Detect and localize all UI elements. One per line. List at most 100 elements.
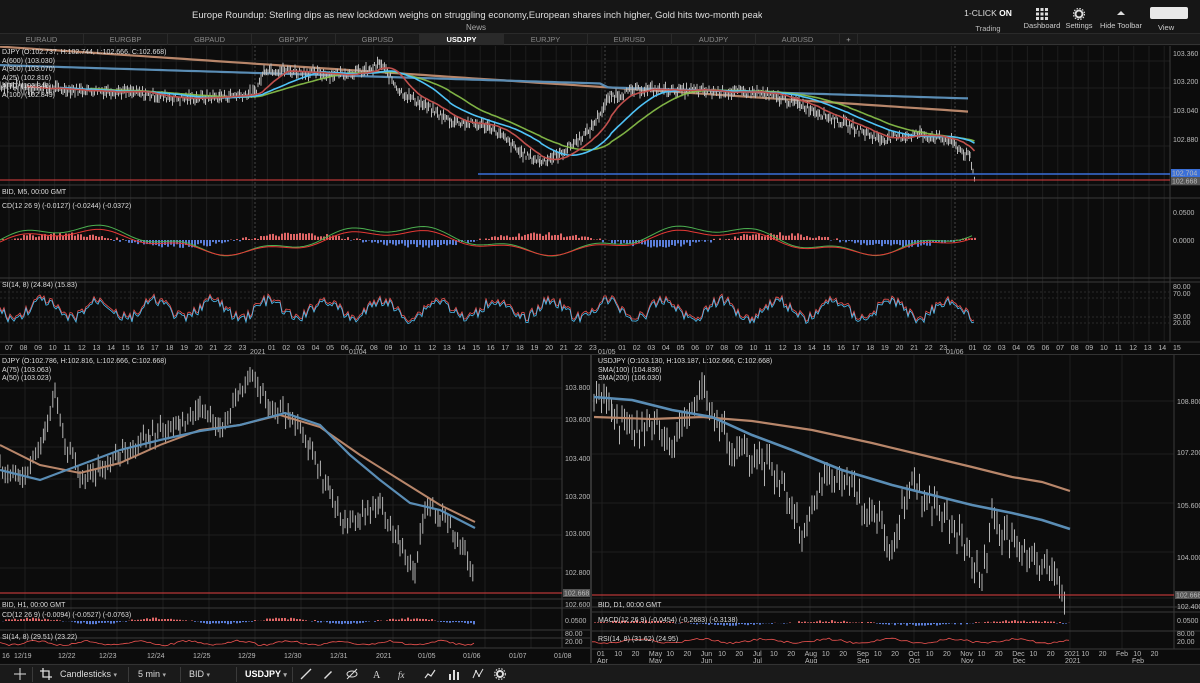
indicator-value: A(25) (102.816): [2, 74, 52, 82]
macd-histogram-bar: [713, 238, 715, 240]
chevron-down-icon: ▾: [206, 672, 211, 679]
tab-euraud[interactable]: EURAUD: [0, 34, 84, 45]
macd-histogram-bar: [20, 619, 22, 621]
crosshair-icon[interactable]: [14, 668, 26, 681]
right-chart-panel[interactable]: 102.668 108.800 107.200 105.600 104.000 102.4…: [592, 355, 1200, 663]
macd-histogram-bar: [11, 619, 13, 621]
tab-gbpjpy[interactable]: GBPJPY: [252, 34, 336, 45]
time-axis-label: 20: [1151, 651, 1159, 658]
draw-line-icon[interactable]: [300, 668, 312, 681]
tab-gbpaud[interactable]: GBPAUD: [168, 34, 252, 45]
tab-eurgbp[interactable]: EURGBP: [84, 34, 168, 45]
time-axis-label: 10: [666, 651, 674, 658]
time-axis-label: 12/30: [284, 653, 302, 660]
hide-toolbar-button[interactable]: Hide Toolbar: [1098, 8, 1144, 30]
price-type-select[interactable]: BID ▾: [189, 668, 210, 681]
price-tick: 103.200: [565, 494, 590, 501]
macd-histogram-bar: [900, 623, 902, 625]
macd-histogram-bar: [798, 621, 800, 623]
macd-histogram-bar: [59, 620, 61, 621]
crop-icon[interactable]: [40, 668, 52, 681]
macd-histogram-bar: [897, 623, 899, 624]
macd-histogram-bar: [95, 621, 97, 625]
panel-divider-horizontal[interactable]: [0, 354, 1200, 355]
tab-eurjpy[interactable]: EURJPY: [504, 34, 588, 45]
macd-histogram-bar: [164, 619, 166, 621]
time-axis-label: 01: [969, 345, 977, 352]
news-ticker[interactable]: Europe Roundup: Sterling dips as new loc…: [192, 10, 762, 21]
macd-histogram-bar: [572, 235, 574, 240]
brand-logo-icon[interactable]: [1150, 7, 1188, 19]
time-axis-label: 08: [1071, 345, 1079, 352]
bar-chart-icon[interactable]: [448, 668, 460, 681]
left-chart-panel[interactable]: 102.668 103.800 103.600 103.400 103.200 103.0…: [0, 355, 590, 663]
chart-style-icon[interactable]: [424, 668, 436, 681]
macd-histogram-bar: [584, 236, 586, 240]
macd-histogram-bar: [771, 623, 773, 624]
tab-usdjpy[interactable]: USDJPY: [420, 34, 504, 45]
pencil-icon[interactable]: [322, 668, 334, 681]
timeframe-select[interactable]: 5 min ▾: [138, 668, 166, 681]
macd-histogram-bar: [338, 621, 340, 624]
tab-eurusd[interactable]: EURUSD: [588, 34, 672, 45]
macd-histogram-bar: [1065, 623, 1067, 624]
macd-histogram-bar: [176, 619, 178, 621]
time-axis-label: Sep: [857, 651, 870, 658]
text-tool-icon[interactable]: A: [372, 668, 384, 681]
macd-histogram-bar: [146, 618, 148, 621]
macd-histogram-bar: [987, 621, 989, 623]
pattern-icon[interactable]: [472, 668, 484, 681]
macd-histogram-bar: [674, 240, 676, 246]
news-label[interactable]: News: [466, 23, 486, 32]
add-tab-button[interactable]: +: [840, 34, 858, 45]
tab-audjpy[interactable]: AUDJPY: [672, 34, 756, 45]
macd-histogram-bar: [1026, 621, 1028, 623]
indicator-value: A(50) (103.023): [2, 375, 52, 382]
macd-histogram-bar: [818, 236, 820, 240]
macd-histogram-bar: [446, 240, 448, 246]
top-chart-panel[interactable]: 102.704 102.668 103.360 103.200 103.040 102.8…: [0, 46, 1200, 354]
time-axis-label: 08: [720, 345, 728, 352]
macd-histogram-bar: [422, 618, 424, 621]
one-click-trading-toggle[interactable]: 1-CLICK ON Trading: [962, 8, 1014, 33]
macd-histogram-bar: [764, 236, 766, 240]
macd-histogram-bar: [53, 620, 55, 621]
macd-histogram-bar: [996, 621, 998, 623]
macd-histogram-bar: [845, 240, 847, 243]
macd-histogram-bar: [170, 618, 172, 621]
macd-histogram-bar: [179, 619, 181, 621]
price-tick: 102.600: [565, 602, 590, 609]
macd-histogram-bar: [746, 234, 748, 240]
top-chart-canvas[interactable]: 102.704102.668 103.360 103.200 103.040 102.8…: [0, 46, 1200, 354]
macd-histogram-bar: [443, 621, 445, 622]
month-axis-label: Sep: [857, 658, 870, 663]
macd-histogram-bar: [254, 620, 256, 621]
macd-histogram-bar: [750, 623, 752, 624]
tab-audusd[interactable]: AUDUSD: [756, 34, 840, 45]
chart-type-select[interactable]: Candlesticks ▾: [60, 668, 117, 681]
indicators-icon[interactable]: fx: [398, 668, 412, 681]
settings-button[interactable]: Settings: [1064, 7, 1094, 30]
macd-histogram-bar: [497, 237, 499, 240]
time-axis-label: 01/08: [554, 653, 572, 660]
macd-histogram-bar: [617, 240, 619, 242]
macd-histogram-bar: [1017, 621, 1019, 623]
gear-icon[interactable]: [494, 668, 506, 681]
symbol-select[interactable]: USDJPY ▾: [245, 668, 287, 681]
tab-gbpusd[interactable]: GBPUSD: [336, 34, 420, 45]
view-label[interactable]: View: [1158, 23, 1174, 32]
macd-histogram-bar: [758, 233, 760, 240]
macd-histogram-bar: [719, 238, 721, 240]
panel-divider[interactable]: [590, 355, 592, 663]
macd-histogram-bar: [356, 238, 358, 240]
macd-histogram-bar: [92, 621, 94, 625]
macd-histogram-bar: [203, 240, 205, 246]
macd-histogram-bar: [530, 233, 532, 240]
dashboard-button[interactable]: Dashboard: [1022, 8, 1062, 30]
right-rsi-label: RSI(14, 8) (31.62) (24.95): [598, 636, 679, 643]
macd-histogram-bar: [212, 240, 214, 243]
macd-histogram-bar: [590, 238, 592, 240]
time-axis-label: 10: [1081, 651, 1089, 658]
time-axis-label: 22: [574, 345, 582, 352]
hide-drawings-icon[interactable]: [346, 668, 358, 681]
